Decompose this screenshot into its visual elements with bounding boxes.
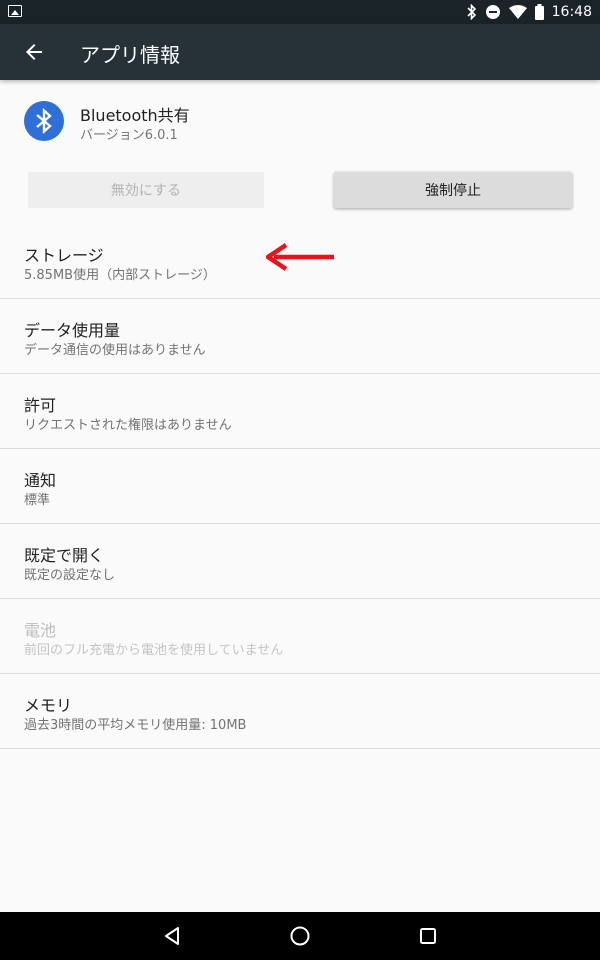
do-not-disturb-icon [485, 5, 500, 19]
list-item-title: 電池 [24, 621, 57, 640]
list-item-battery: 電池 前回のフル充電から電池を使用していません [0, 599, 600, 673]
wifi-icon [508, 5, 527, 19]
disable-button[interactable]: 無効にする [28, 172, 264, 208]
status-time: 16:48 [551, 4, 592, 20]
app-version: バージョン6.0.1 [80, 128, 178, 143]
back-triangle-icon[interactable] [160, 924, 184, 948]
list-item-permissions[interactable]: 許可 リクエストされた権限はありません [0, 374, 600, 448]
list-item-data-usage[interactable]: データ使用量 データ通信の使用はありません [0, 299, 600, 373]
status-icons: 16:48 [467, 0, 592, 24]
list-item-subtitle: 標準 [24, 493, 51, 508]
list-item-open-by-default[interactable]: 既定で開く 既定の設定なし [0, 524, 600, 598]
image-notification-icon [8, 5, 22, 17]
list-item-title: データ使用量 [24, 321, 121, 340]
list-item-title: ストレージ [24, 246, 104, 265]
list-item-memory[interactable]: メモリ 過去3時間の平均メモリ使用量: 10MB [0, 674, 600, 748]
recents-square-icon[interactable] [416, 924, 440, 948]
list-item-subtitle: 既定の設定なし [24, 568, 116, 583]
list-item-title: 既定で開く [24, 546, 105, 565]
list-item-subtitle: 5.85MB使用（内部ストレージ） [24, 268, 216, 283]
home-circle-icon[interactable] [288, 924, 312, 948]
page-title: アプリ情報 [80, 43, 180, 67]
settings-list: ストレージ 5.85MB使用（内部ストレージ） データ使用量 データ通信の使用は… [0, 224, 600, 749]
red-arrow-annotation-icon [266, 243, 334, 271]
list-item-title: メモリ [24, 696, 73, 715]
list-item-title: 通知 [24, 471, 57, 490]
bluetooth-icon [24, 101, 64, 141]
list-item-subtitle: 前回のフル充電から電池を使用していません [24, 643, 284, 658]
list-item-title: 許可 [24, 396, 57, 415]
list-item-subtitle: リクエストされた権限はありません [24, 418, 232, 433]
list-item-subtitle: データ通信の使用はありません [24, 343, 206, 358]
status-bar: 16:48 [0, 0, 600, 24]
app-name: Bluetooth共有 [80, 106, 190, 125]
navigation-bar [0, 912, 600, 960]
list-item-subtitle: 過去3時間の平均メモリ使用量: 10MB [24, 718, 247, 733]
app-bar: アプリ情報 [0, 24, 600, 80]
battery-icon [534, 4, 544, 20]
arrow-back-icon[interactable] [22, 40, 46, 64]
bluetooth-icon [467, 4, 476, 20]
force-stop-button[interactable]: 強制停止 [334, 172, 572, 208]
list-item-notifications[interactable]: 通知 標準 [0, 449, 600, 523]
divider [0, 748, 600, 749]
